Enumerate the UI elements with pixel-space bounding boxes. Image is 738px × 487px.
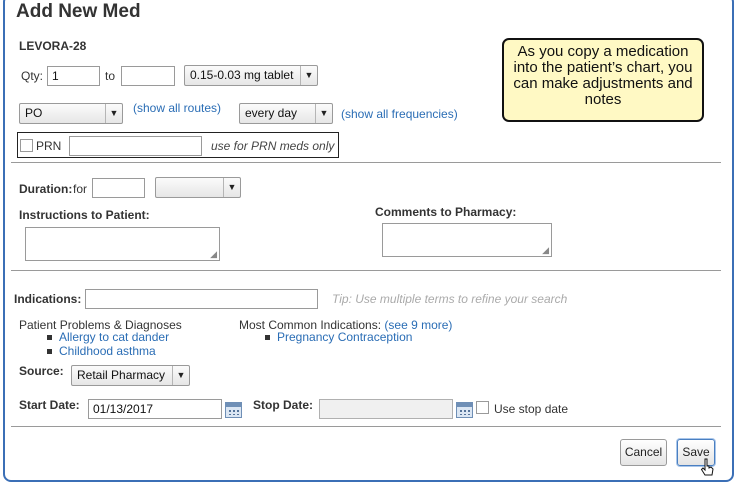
common-indications-list: Pregnancy Contraception	[265, 330, 412, 344]
problems-list: Allergy to cat dander Childhood asthma	[47, 330, 169, 358]
instructions-label: Instructions to Patient:	[19, 208, 150, 222]
indications-label: Indications:	[14, 292, 82, 306]
show-all-frequencies-link[interactable]: (show all frequencies)	[341, 107, 458, 121]
unit-select-value: 0.15-0.03 mg tablet	[190, 68, 294, 82]
chevron-down-icon: ▼	[315, 104, 332, 123]
cancel-button[interactable]: Cancel	[620, 439, 667, 466]
bullet-icon	[265, 335, 270, 341]
duration-for-label: for	[73, 182, 88, 196]
start-date-label: Start Date:	[19, 398, 80, 412]
chevron-down-icon: ▼	[105, 104, 122, 123]
unit-select[interactable]: 0.15-0.03 mg tablet ▼	[184, 65, 318, 86]
use-stop-date-checkbox[interactable]	[476, 401, 489, 414]
list-item[interactable]: Childhood asthma	[47, 344, 169, 358]
prn-label: PRN	[36, 139, 62, 153]
frequency-select[interactable]: every day ▼	[239, 103, 333, 124]
duration-unit-select[interactable]: ▼	[155, 177, 241, 198]
source-label: Source:	[19, 364, 64, 378]
resize-grip-icon[interactable]: ◢	[210, 250, 217, 259]
calendar-icon[interactable]	[456, 402, 473, 418]
divider	[11, 162, 721, 163]
instructions-textarea[interactable]: ◢	[25, 227, 220, 261]
prn-checkbox[interactable]	[20, 139, 33, 152]
comments-textarea[interactable]: ◢	[382, 223, 552, 257]
problem-link[interactable]: Childhood asthma	[59, 344, 156, 358]
chevron-down-icon: ▼	[300, 66, 317, 85]
show-all-routes-link[interactable]: (show all routes)	[133, 101, 221, 115]
qty-label: Qty:	[21, 69, 44, 83]
problem-link[interactable]: Allergy to cat dander	[59, 330, 169, 344]
route-select-value: PO	[25, 106, 43, 120]
divider	[11, 270, 721, 271]
start-date-input[interactable]: 01/13/2017	[88, 399, 222, 419]
list-item[interactable]: Pregnancy Contraception	[265, 330, 412, 344]
comments-label: Comments to Pharmacy:	[375, 205, 517, 219]
prn-hint: use for PRN meds only	[211, 139, 335, 153]
source-select-value: Retail Pharmacy	[77, 368, 166, 382]
qty-to-input[interactable]	[121, 66, 175, 86]
list-item[interactable]: Allergy to cat dander	[47, 330, 169, 344]
route-select[interactable]: PO ▼	[19, 103, 123, 124]
qty-from-input[interactable]: 1	[47, 66, 100, 86]
bullet-icon	[47, 335, 52, 341]
stop-date-input[interactable]	[319, 399, 453, 419]
bullet-icon	[47, 349, 52, 355]
qty-to-label: to	[105, 69, 116, 83]
frequency-select-value: every day	[245, 106, 298, 120]
dialog-title: Add New Med	[16, 1, 141, 22]
common-indication-link[interactable]: Pregnancy Contraception	[277, 330, 412, 344]
pointer-cursor-icon	[700, 458, 714, 476]
prn-input[interactable]	[69, 136, 202, 156]
chevron-down-icon: ▼	[223, 178, 240, 197]
duration-label: Duration:	[19, 182, 73, 196]
source-select[interactable]: Retail Pharmacy ▼	[71, 365, 190, 386]
med-name: LEVORA-28	[19, 39, 87, 53]
resize-grip-icon[interactable]: ◢	[542, 246, 549, 255]
use-stop-date-label: Use stop date	[494, 402, 569, 416]
callout-note: As you copy a medication into the patien…	[502, 38, 704, 122]
callout-text: As you copy a medication into the patien…	[513, 43, 693, 108]
stop-date-label: Stop Date:	[253, 398, 313, 412]
chevron-down-icon: ▼	[172, 366, 189, 385]
indications-input[interactable]	[85, 289, 318, 309]
calendar-icon[interactable]	[225, 402, 242, 418]
indications-tip: Tip: Use multiple terms to refine your s…	[332, 292, 568, 306]
divider	[11, 426, 721, 427]
duration-input[interactable]	[92, 178, 145, 198]
